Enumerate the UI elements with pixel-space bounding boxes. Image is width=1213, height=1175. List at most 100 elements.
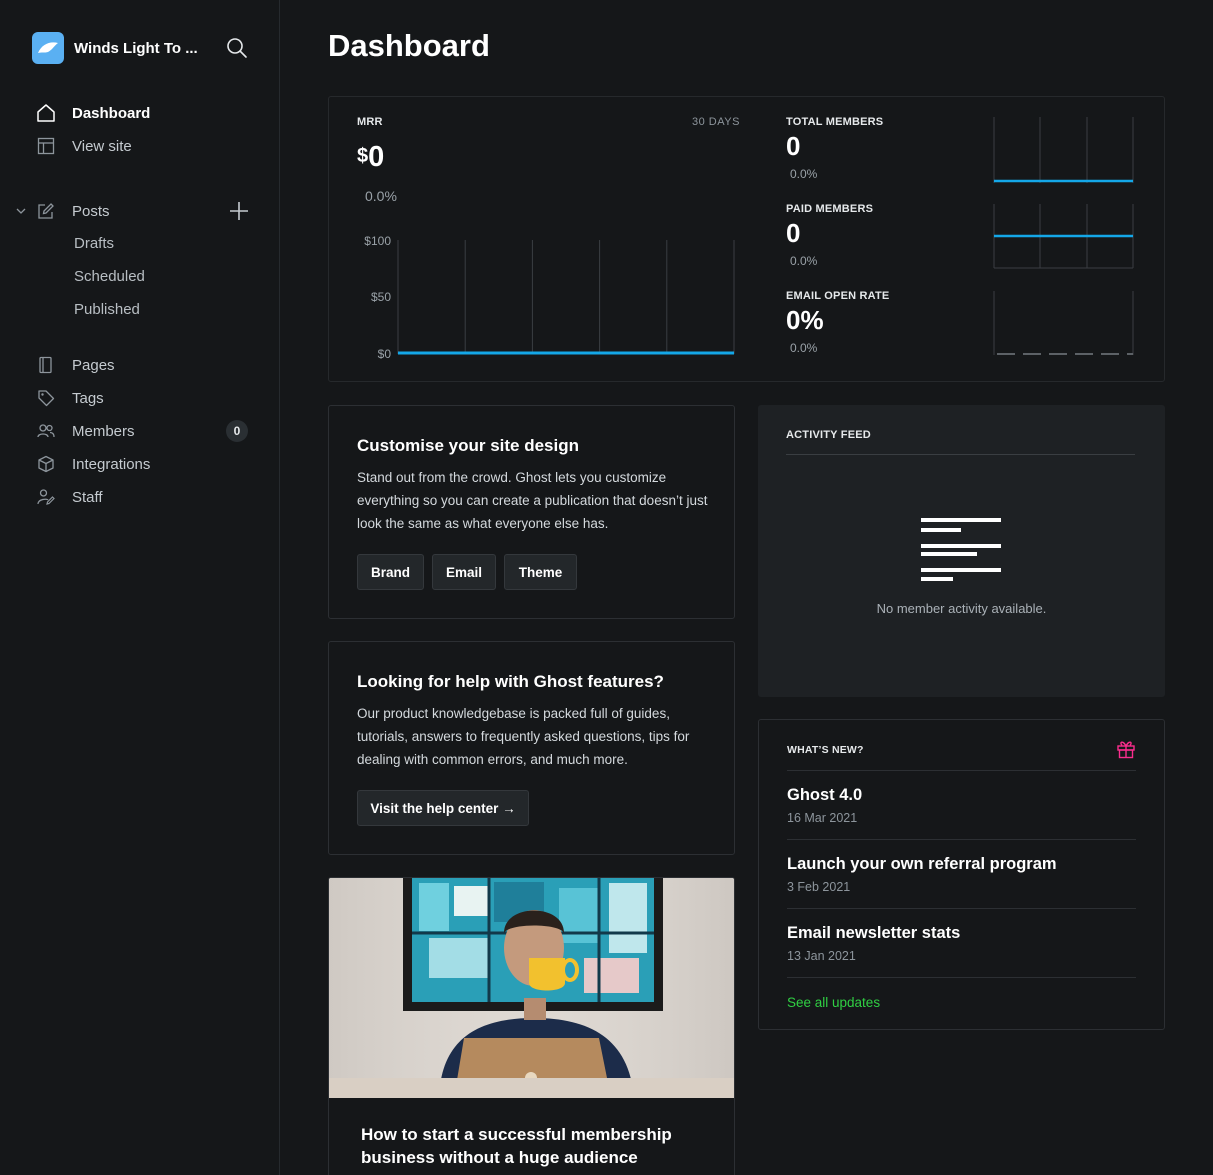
brand-button[interactable]: Brand bbox=[357, 554, 424, 590]
page-title: Dashboard bbox=[328, 28, 490, 63]
axis-tick-100: $100 bbox=[364, 234, 391, 248]
tag-icon bbox=[36, 388, 56, 408]
help-title: Looking for help with Ghost features? bbox=[357, 672, 664, 691]
news-divider bbox=[787, 908, 1136, 909]
activity-divider bbox=[786, 454, 1135, 455]
cube-icon bbox=[36, 454, 56, 474]
axis-tick-0: $0 bbox=[377, 347, 391, 361]
email-open-rate-sparkline bbox=[993, 291, 1134, 355]
site-name: Winds Light To ... bbox=[74, 39, 198, 57]
nav-published[interactable]: Published bbox=[74, 301, 140, 318]
empty-list-icon bbox=[921, 518, 1001, 581]
nav-staff-label: Staff bbox=[72, 488, 103, 506]
nav-view-site-label: View site bbox=[72, 137, 132, 155]
paid-members-label: PAID MEMBERS bbox=[786, 203, 874, 215]
mrr-chart bbox=[397, 240, 735, 355]
staff-icon bbox=[36, 487, 56, 507]
article-image-paint-patch bbox=[429, 938, 489, 978]
article-image-paint-patch bbox=[419, 883, 449, 931]
paid-members-change: 0.0% bbox=[790, 254, 818, 268]
article-image-desk bbox=[329, 1078, 734, 1098]
nav-integrations-label: Integrations bbox=[72, 455, 151, 473]
site-brand[interactable]: Winds Light To ... bbox=[32, 32, 198, 64]
activity-feed: ACTIVITY FEED No member activity availab… bbox=[758, 405, 1165, 697]
article-title-line-2: business without a huge audience bbox=[361, 1148, 638, 1167]
empty-list-icon-bar bbox=[921, 518, 1001, 522]
nav-tags-label: Tags bbox=[72, 389, 104, 407]
article-image-neck bbox=[524, 998, 546, 1020]
nav-view-site[interactable]: View site bbox=[36, 134, 132, 158]
empty-list-icon-bar bbox=[921, 528, 961, 532]
email-button[interactable]: Email bbox=[432, 554, 496, 590]
article-card[interactable]: How to start a successful membership bus… bbox=[328, 877, 735, 1175]
mrr-change: 0.0% bbox=[365, 188, 397, 204]
article-image bbox=[329, 878, 734, 1098]
visit-help-center-button[interactable]: Visit the help center → bbox=[357, 790, 529, 826]
pencil-icon bbox=[36, 201, 56, 221]
nav-tags[interactable]: Tags bbox=[36, 386, 104, 410]
email-open-rate-change: 0.0% bbox=[790, 341, 818, 355]
article-image-paint-patch bbox=[559, 888, 599, 943]
stats-card: MRR 30 DAYS $0 0.0% $100 $50 $0 TOTAL ME… bbox=[328, 96, 1165, 382]
layout-icon bbox=[36, 136, 56, 156]
nav-members[interactable]: Members bbox=[36, 419, 135, 443]
news-item-title[interactable]: Email newsletter stats bbox=[787, 924, 960, 943]
total-members-sparkline bbox=[993, 117, 1134, 183]
news-item-date: 16 Mar 2021 bbox=[787, 811, 858, 825]
news-item-date: 13 Jan 2021 bbox=[787, 949, 856, 963]
whats-new-card: WHAT’S NEW? Ghost 4.0 16 Mar 2021 Launch… bbox=[758, 719, 1165, 1030]
article-image-paint-patch bbox=[454, 886, 489, 916]
empty-list-icon-bar bbox=[921, 568, 1001, 572]
nav-dashboard[interactable]: Dashboard bbox=[36, 101, 150, 125]
news-item-title[interactable]: Launch your own referral program bbox=[787, 855, 1057, 874]
mrr-period: 30 DAYS bbox=[692, 116, 740, 128]
mrr-currency: $ bbox=[357, 145, 369, 167]
axis-tick-50: $50 bbox=[370, 290, 391, 304]
gift-icon bbox=[1117, 741, 1135, 759]
members-count-badge: 0 bbox=[226, 420, 248, 442]
activity-feed-title: ACTIVITY FEED bbox=[786, 429, 871, 441]
news-divider bbox=[787, 839, 1136, 840]
theme-button[interactable]: Theme bbox=[504, 554, 577, 590]
total-members-label: TOTAL MEMBERS bbox=[786, 116, 884, 128]
article-image-paint-patch bbox=[584, 958, 639, 993]
total-members-change: 0.0% bbox=[790, 167, 818, 181]
help-card: Looking for help with Ghost features? Ou… bbox=[328, 641, 735, 855]
customise-title: Customise your site design bbox=[357, 436, 579, 455]
site-logo-icon bbox=[32, 32, 64, 64]
article-title[interactable]: How to start a successful membership bus… bbox=[361, 1123, 672, 1169]
total-members-value: 0 bbox=[786, 131, 801, 161]
mrr-value: $0 bbox=[357, 141, 384, 174]
nav-posts-label: Posts bbox=[72, 202, 110, 220]
news-item-title[interactable]: Ghost 4.0 bbox=[787, 786, 862, 805]
nav-integrations[interactable]: Integrations bbox=[36, 452, 150, 476]
nav-scheduled[interactable]: Scheduled bbox=[74, 268, 145, 285]
nav-staff[interactable]: Staff bbox=[36, 485, 103, 509]
whats-new-divider bbox=[787, 770, 1136, 771]
new-post-plus-icon[interactable] bbox=[228, 200, 250, 222]
pages-icon bbox=[36, 355, 56, 375]
nav-pages[interactable]: Pages bbox=[36, 353, 115, 377]
news-item-date: 3 Feb 2021 bbox=[787, 880, 851, 894]
whats-new-title: WHAT’S NEW? bbox=[787, 744, 864, 756]
article-image-paint-patch bbox=[609, 883, 647, 953]
mrr-label: MRR bbox=[357, 116, 383, 128]
chevron-down-icon[interactable] bbox=[15, 204, 27, 216]
empty-list-icon-bar bbox=[921, 552, 977, 556]
search-icon[interactable] bbox=[226, 37, 248, 59]
nav-posts[interactable]: Posts bbox=[36, 199, 110, 223]
email-open-rate-value: 0% bbox=[786, 305, 824, 335]
paid-members-sparkline bbox=[993, 204, 1134, 269]
nav-members-label: Members bbox=[72, 422, 135, 440]
customise-body: Stand out from the crowd. Ghost lets you… bbox=[357, 470, 708, 531]
customise-card: Customise your site design Stand out fro… bbox=[328, 405, 735, 619]
sidebar: Winds Light To ... Dashboard View site P… bbox=[0, 0, 280, 1175]
nav-pages-label: Pages bbox=[72, 356, 115, 374]
mrr-amount: 0 bbox=[368, 141, 385, 173]
nav-drafts[interactable]: Drafts bbox=[74, 235, 114, 252]
home-icon bbox=[36, 103, 56, 123]
empty-list-icon-bar bbox=[921, 544, 1001, 548]
see-all-updates-link[interactable]: See all updates bbox=[787, 995, 880, 1010]
help-body: Our product knowledgebase is packed full… bbox=[357, 706, 690, 767]
email-open-rate-label: EMAIL OPEN RATE bbox=[786, 290, 890, 302]
